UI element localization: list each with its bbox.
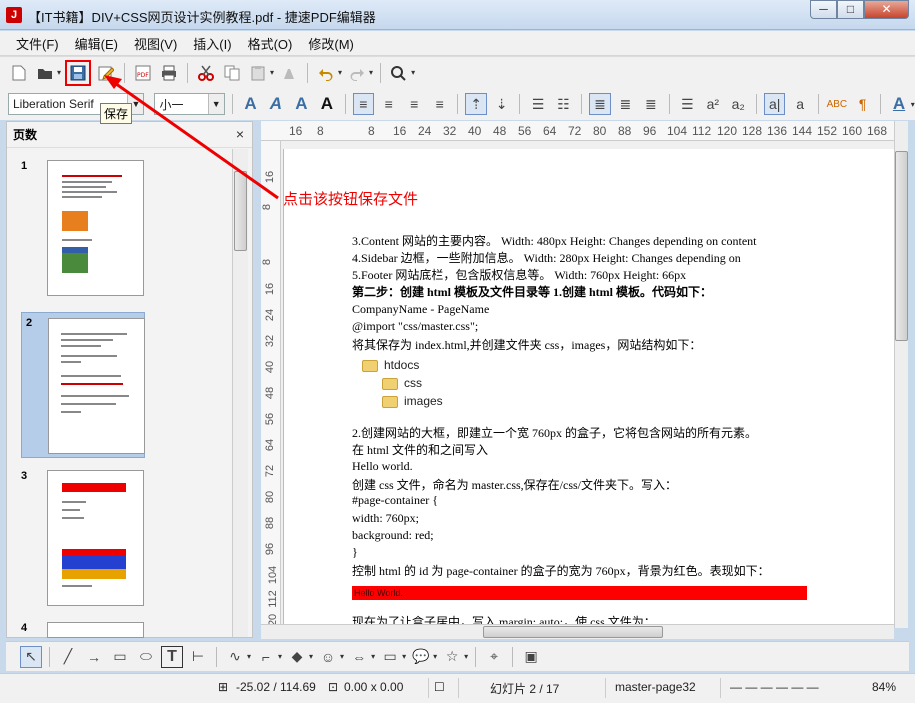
annotation-text: 点击该按钮保存文件 bbox=[283, 191, 419, 208]
annotation-arrow bbox=[104, 75, 279, 200]
